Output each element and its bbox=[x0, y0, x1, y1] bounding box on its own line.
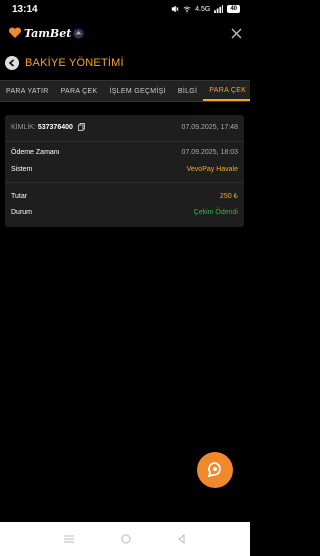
system-label: Sistem bbox=[11, 166, 33, 173]
heart-logo-icon bbox=[8, 27, 22, 38]
support-fab-button[interactable] bbox=[197, 452, 233, 488]
badge-logo-icon bbox=[73, 27, 84, 39]
battery-level: 40 bbox=[230, 6, 237, 12]
status-time: 13:14 bbox=[12, 3, 38, 15]
amount-row: Tutar 250 ₺ bbox=[11, 192, 238, 201]
tab-withdraw[interactable]: PARA ÇEK bbox=[55, 81, 104, 101]
title-bar: BAKİYE YÖNETİMİ bbox=[0, 52, 250, 74]
page-title: BAKİYE YÖNETİMİ bbox=[25, 57, 124, 69]
home-icon[interactable] bbox=[121, 534, 131, 544]
id-value: 537376400 bbox=[37, 123, 73, 131]
id-row: KİMLİK: 537376400 07.09.2025, 17:48 bbox=[11, 123, 238, 131]
app-logo[interactable]: TamBet bbox=[8, 27, 84, 40]
payment-time-label: Ödeme Zamanı bbox=[11, 149, 60, 156]
back-triangle-icon[interactable] bbox=[177, 534, 187, 544]
menu-icon[interactable] bbox=[63, 535, 75, 543]
battery-icon: 40 bbox=[227, 5, 240, 13]
system-nav-bar bbox=[0, 522, 250, 556]
tab-deposit[interactable]: PARA YATIR bbox=[0, 81, 55, 101]
transaction-card: KİMLİK: 537376400 07.09.2025, 17:48 Ödem… bbox=[5, 115, 244, 227]
wifi-icon bbox=[183, 6, 191, 13]
chat-bubble-icon bbox=[207, 462, 221, 478]
tab-bar: PARA YATIR PARA ÇEK İŞLEM GEÇMİŞİ BİLGİ … bbox=[0, 80, 250, 102]
close-icon bbox=[231, 28, 242, 39]
divider bbox=[5, 141, 244, 142]
payment-time-value: 07.09.2025, 18:03 bbox=[181, 149, 238, 156]
system-value: VevoPay Havale bbox=[186, 166, 238, 173]
payment-time-row: Ödeme Zamanı 07.09.2025, 18:03 bbox=[11, 149, 238, 156]
network-label: 4.5G bbox=[195, 5, 211, 13]
logo-text: TamBet bbox=[24, 26, 72, 40]
status-label: Durum bbox=[11, 209, 33, 216]
copy-icon[interactable] bbox=[77, 123, 85, 131]
amount-value: 250 ₺ bbox=[219, 193, 238, 200]
created-at: 07.09.2025, 17:48 bbox=[181, 123, 238, 131]
back-arrow-icon bbox=[8, 59, 14, 67]
tab-history[interactable]: İŞLEM GEÇMİŞİ bbox=[103, 81, 171, 101]
status-icons: 4.5G 40 bbox=[171, 5, 240, 13]
screen: 13:14 4.5G 40 TamBet BAKİYE YÖNETİMİ PAR… bbox=[0, 0, 250, 556]
signal-icon bbox=[214, 5, 224, 13]
id-group: KİMLİK: 537376400 bbox=[11, 123, 85, 131]
close-button[interactable] bbox=[231, 24, 242, 42]
tab-withdrawals-active[interactable]: PARA ÇEK bbox=[203, 81, 250, 101]
tab-info[interactable]: BİLGİ bbox=[172, 81, 203, 101]
mute-icon bbox=[171, 5, 179, 13]
divider bbox=[5, 182, 244, 183]
status-value: Çekim Ödendi bbox=[193, 209, 238, 216]
status-bar: 13:14 4.5G 40 bbox=[0, 0, 250, 18]
back-button[interactable] bbox=[5, 56, 19, 70]
amount-label: Tutar bbox=[11, 192, 28, 200]
app-header: TamBet bbox=[0, 20, 250, 46]
id-label: KİMLİK: bbox=[11, 123, 36, 131]
status-row: Durum Çekim Ödendi bbox=[11, 209, 238, 216]
system-row: Sistem VevoPay Havale bbox=[11, 166, 238, 173]
